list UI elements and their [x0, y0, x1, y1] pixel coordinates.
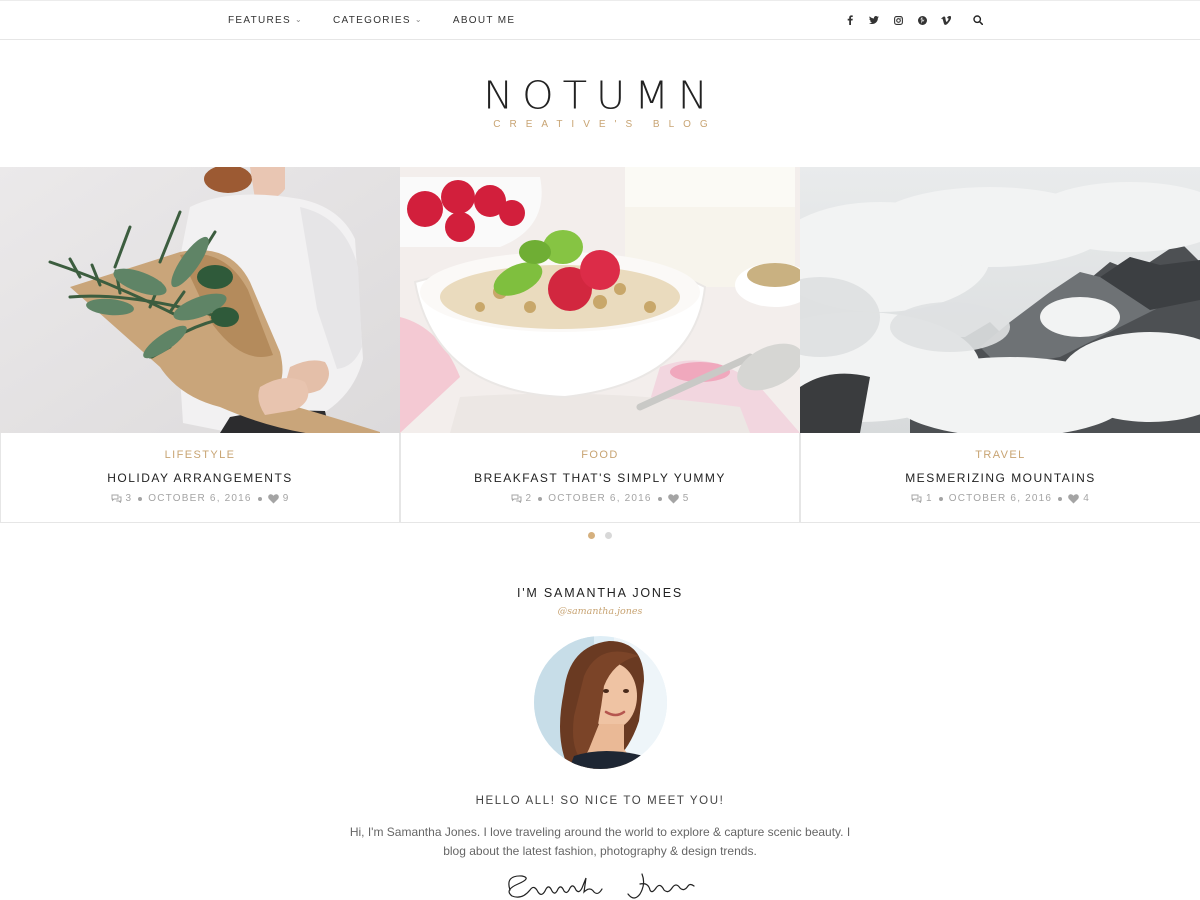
post-title[interactable]: BREAKFAST THAT'S SIMPLY YUMMY — [401, 471, 799, 485]
post-meta: 1 OCTOBER 6, 2016 4 — [801, 493, 1200, 504]
facebook-icon[interactable] — [838, 10, 862, 30]
featured-slider: LIFESTYLE HOLIDAY ARRANGEMENTS 3 OCTOBER… — [0, 167, 1200, 523]
separator-dot — [657, 496, 662, 501]
post-meta: 2 OCTOBER 6, 2016 5 — [401, 493, 799, 504]
separator-dot — [257, 496, 262, 501]
slider-pagination — [0, 532, 1200, 539]
about-name: I'M SAMANTHA JONES — [516, 586, 684, 600]
chevron-down-icon: ⌄ — [414, 15, 423, 24]
post-title[interactable]: MESMERIZING MOUNTAINS — [801, 471, 1200, 485]
menu-item-label: FEATURES — [228, 14, 291, 26]
chevron-down-icon: ⌄ — [295, 15, 304, 24]
menu-item-features[interactable]: FEATURES ⌄ — [228, 15, 303, 26]
slide-image-travel[interactable] — [800, 167, 1200, 433]
heart-icon[interactable] — [267, 493, 279, 504]
post-category[interactable]: LIFESTYLE — [165, 449, 236, 461]
post-date: OCTOBER 6, 2016 — [948, 493, 1053, 504]
comments-icon — [511, 494, 522, 503]
top-navigation-bar: FEATURES ⌄ CATEGORIES ⌄ ABOUT ME — [0, 0, 1200, 40]
menu-item-label: CATEGORIES — [333, 14, 411, 26]
comments-count[interactable]: 2 — [526, 493, 533, 504]
comments-count[interactable]: 1 — [926, 493, 933, 504]
slide-content: TRAVEL MESMERIZING MOUNTAINS 1 OCTOBER 6… — [800, 433, 1200, 523]
search-icon[interactable] — [966, 10, 990, 30]
separator-dot — [538, 496, 543, 501]
separator-dot — [138, 496, 143, 501]
slide-image-food[interactable] — [400, 167, 800, 433]
likes-count: 4 — [1083, 493, 1090, 504]
post-category[interactable]: TRAVEL — [975, 449, 1025, 461]
slider-dot-1[interactable] — [588, 532, 595, 539]
separator-dot — [938, 496, 943, 501]
twitter-icon[interactable] — [862, 10, 886, 30]
comments-icon — [111, 494, 122, 503]
vimeo-icon[interactable] — [934, 10, 958, 30]
instagram-icon[interactable] — [886, 10, 910, 30]
comments-icon — [911, 494, 922, 503]
menu-item-categories[interactable]: CATEGORIES ⌄ — [333, 15, 423, 26]
menu-item-label: ABOUT ME — [452, 14, 516, 26]
slide-content: LIFESTYLE HOLIDAY ARRANGEMENTS 3 OCTOBER… — [0, 433, 399, 523]
post-title[interactable]: HOLIDAY ARRANGEMENTS — [1, 471, 399, 485]
signature-image — [500, 868, 700, 900]
post-category[interactable]: FOOD — [581, 449, 618, 461]
post-date: OCTOBER 6, 2016 — [548, 493, 652, 504]
slide-card: TRAVEL MESMERIZING MOUNTAINS 1 OCTOBER 6… — [800, 167, 1200, 523]
separator-dot — [1058, 496, 1063, 501]
comments-count[interactable]: 3 — [126, 493, 133, 504]
about-handle[interactable]: @samantha.jones — [0, 606, 1200, 617]
avatar — [534, 636, 667, 769]
slide-card: LIFESTYLE HOLIDAY ARRANGEMENTS 3 OCTOBER… — [0, 167, 400, 523]
heart-icon[interactable] — [1068, 493, 1080, 504]
about-description: Hi, I'm Samantha Jones. I love traveling… — [349, 825, 851, 858]
likes-count: 9 — [282, 493, 290, 504]
site-logo[interactable]: NOTUMN CREATIVE'S BLOG — [0, 76, 1200, 130]
about-greeting: HELLO ALL! SO NICE TO MEET YOU! — [475, 795, 725, 807]
slide-content: FOOD BREAKFAST THAT'S SIMPLY YUMMY 2 OCT… — [400, 433, 799, 523]
likes-count: 5 — [682, 493, 690, 504]
slide-image-lifestyle[interactable] — [0, 167, 400, 433]
logo-title: NOTUMN — [483, 74, 717, 118]
menu-item-about-me[interactable]: ABOUT ME — [453, 15, 515, 26]
main-menu: FEATURES ⌄ CATEGORIES ⌄ ABOUT ME — [228, 1, 545, 39]
logo-subtitle: CREATIVE'S BLOG — [493, 119, 717, 130]
pinterest-icon[interactable] — [910, 10, 934, 30]
social-links — [838, 1, 990, 39]
post-meta: 3 OCTOBER 6, 2016 9 — [1, 493, 399, 504]
about-me-section: I'M SAMANTHA JONES @samantha.jones HELLO… — [0, 586, 1200, 899]
post-date: OCTOBER 6, 2016 — [148, 493, 252, 504]
slide-card: FOOD BREAKFAST THAT'S SIMPLY YUMMY 2 OCT… — [400, 167, 800, 523]
heart-icon[interactable] — [667, 493, 679, 504]
slider-dot-2[interactable] — [605, 532, 612, 539]
